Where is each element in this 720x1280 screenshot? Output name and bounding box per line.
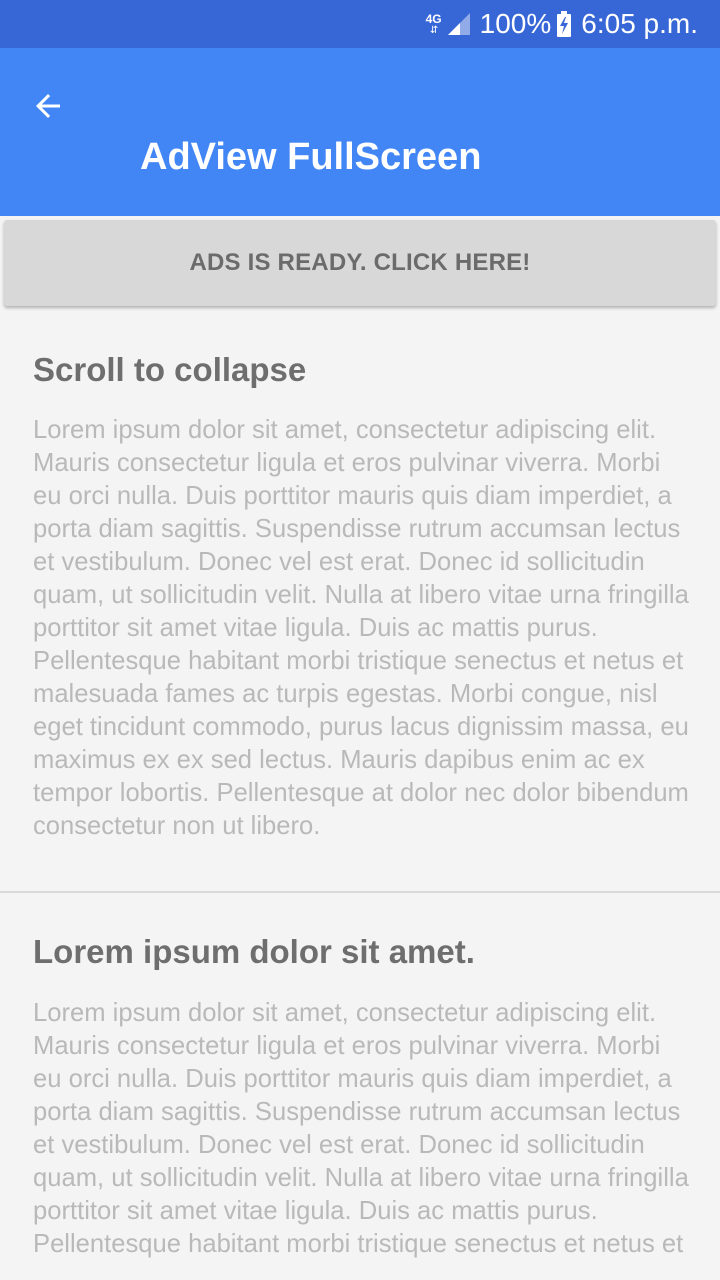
battery-percentage: 100% <box>479 8 552 39</box>
section-divider <box>0 891 720 893</box>
battery-charging-icon <box>557 11 572 37</box>
app-screen: 4G ⇵ 100% 6:05 p.m. AdView FullScreen AD… <box>0 0 720 1280</box>
content-section: Lorem ipsum dolor sit amet. Lorem ipsum … <box>33 932 693 1261</box>
status-time: 6:05 p.m. <box>581 8 698 39</box>
data-activity-icon: ⇵ <box>429 24 438 36</box>
content-section: Scroll to collapse Lorem ipsum dolor sit… <box>33 350 693 843</box>
section-title: Lorem ipsum dolor sit amet. <box>33 933 475 970</box>
back-button[interactable] <box>22 82 74 130</box>
status-bar: 4G ⇵ 100% 6:05 p.m. <box>0 0 720 48</box>
page-title: AdView FullScreen <box>140 136 482 178</box>
arrow-back-icon <box>36 94 60 118</box>
section-body-text: Lorem ipsum dolor sit amet, consectetur … <box>33 999 689 1258</box>
section-title: Scroll to collapse <box>33 351 307 388</box>
ads-ready-button[interactable]: ADS IS READY. CLICK HERE! <box>4 220 716 306</box>
network-type-indicator: 4G ⇵ <box>426 13 442 36</box>
signal-strength-icon <box>447 13 470 35</box>
app-bar: AdView FullScreen <box>0 48 720 216</box>
network-type-label: 4G <box>425 11 442 26</box>
section-body-text: Lorem ipsum dolor sit amet, consectetur … <box>33 416 689 840</box>
